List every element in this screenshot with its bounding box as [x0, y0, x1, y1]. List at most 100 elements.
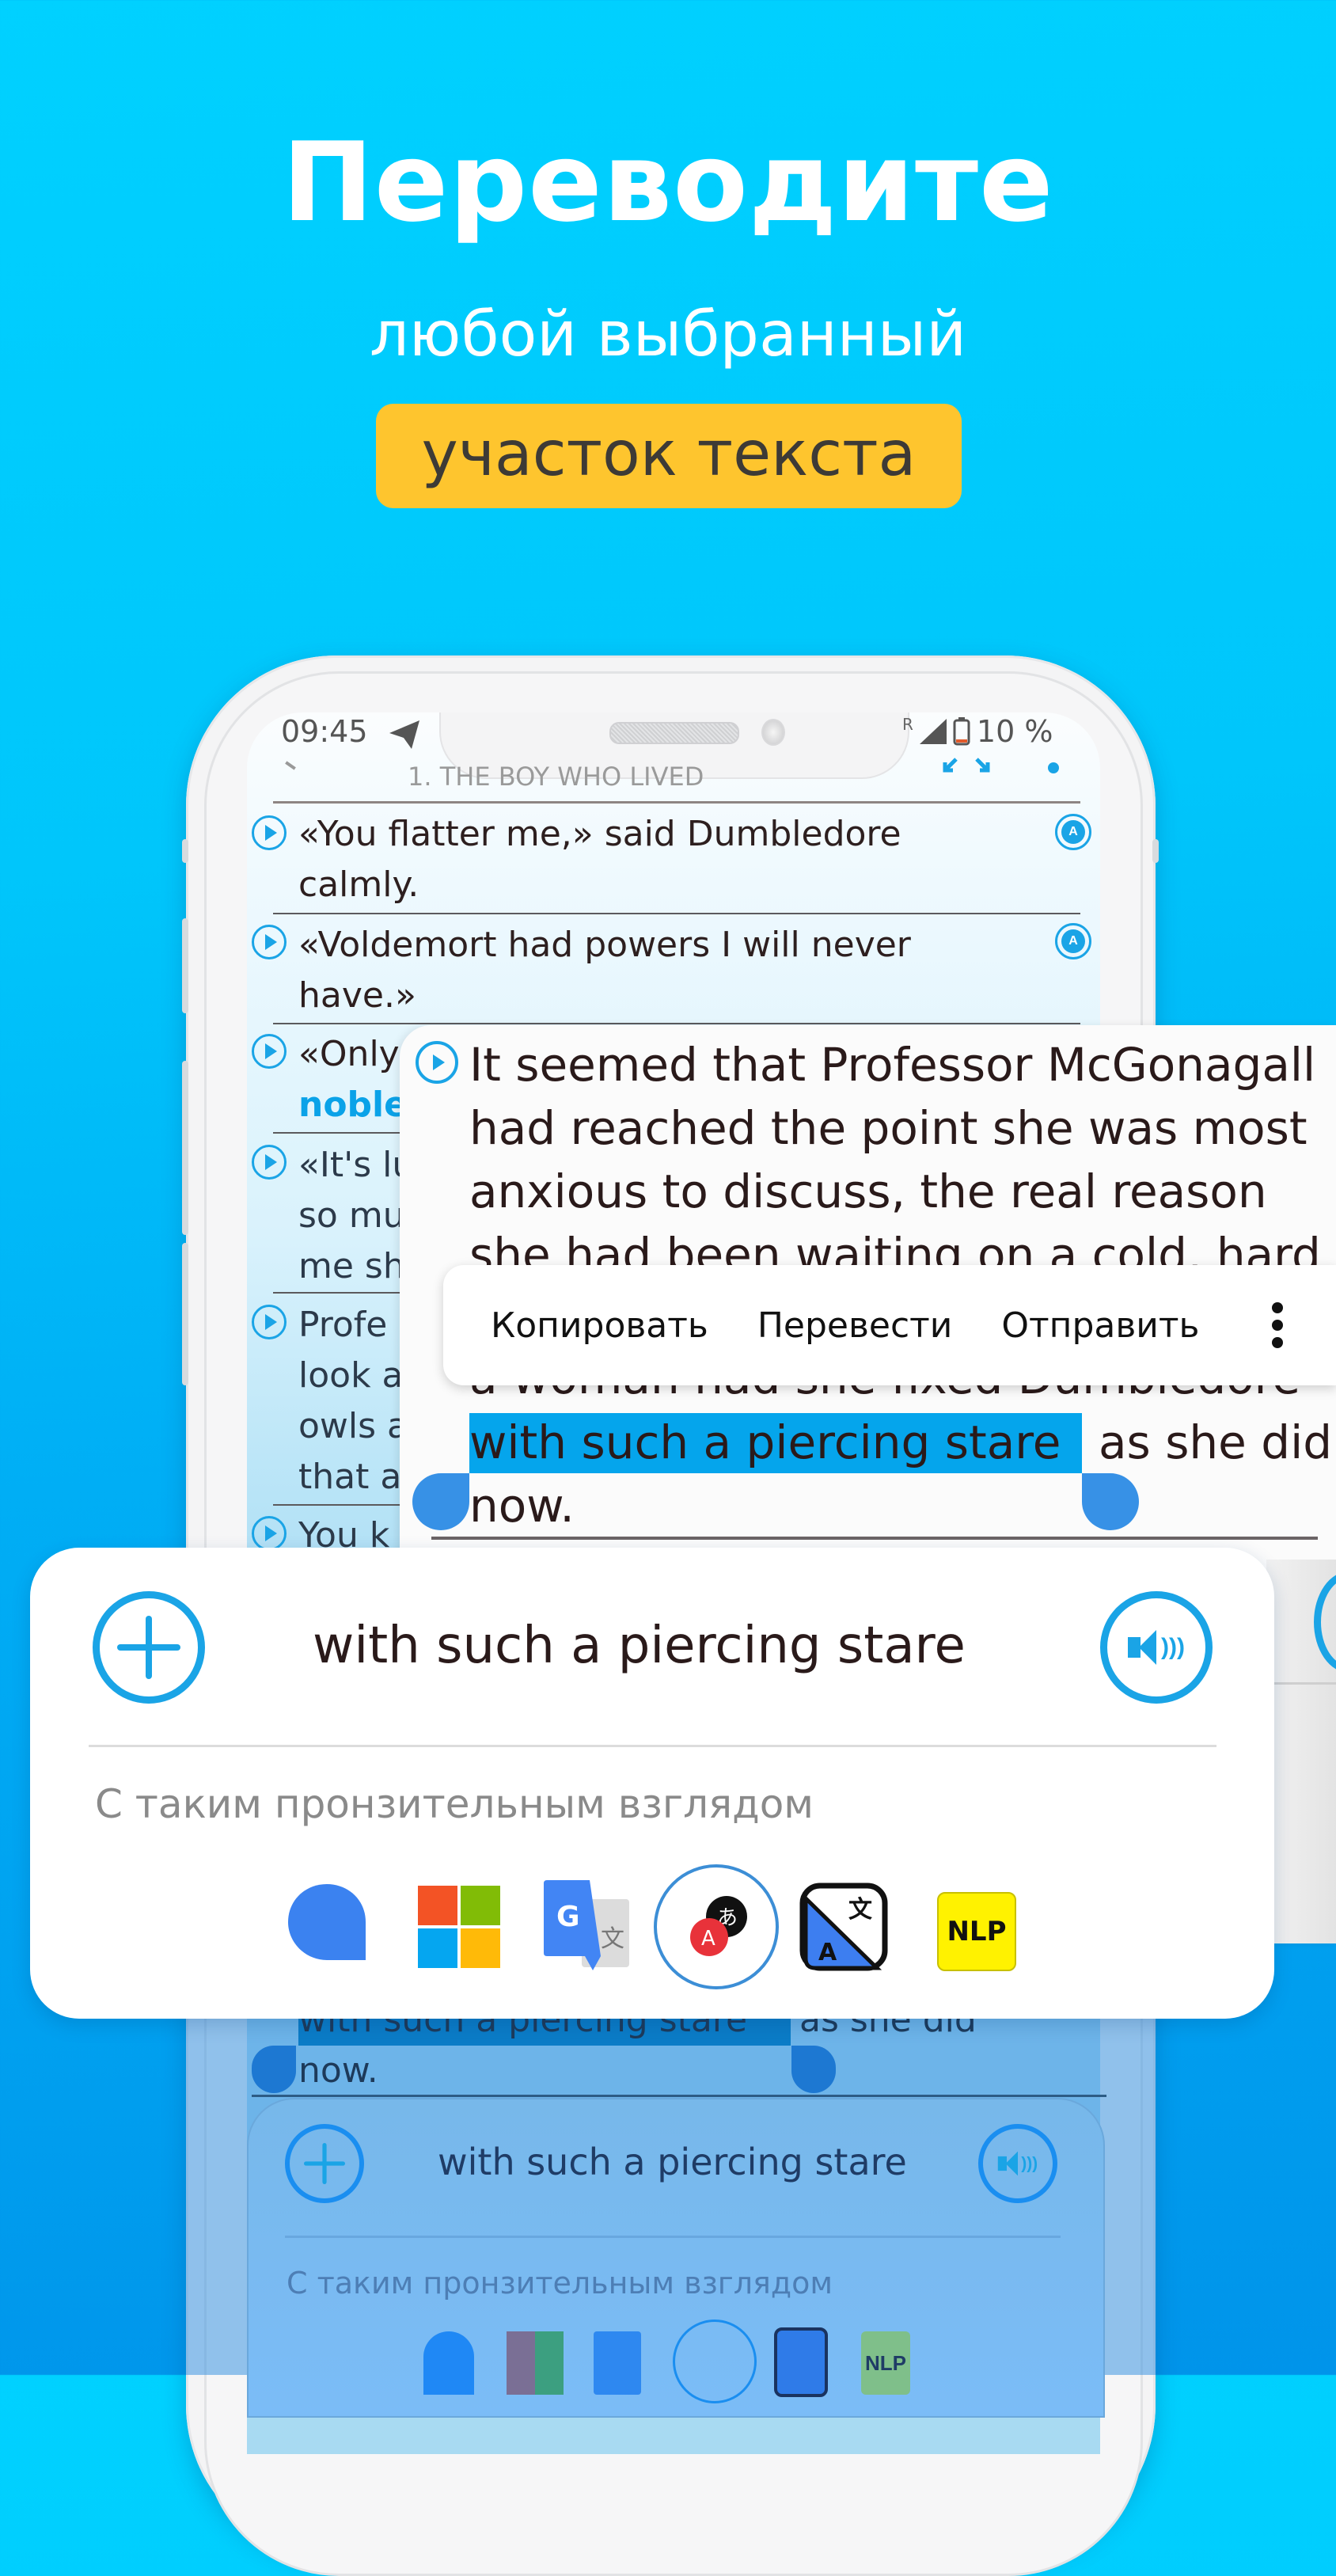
phone-camera: [761, 719, 785, 746]
translation-result: С таким пронзительным взглядом: [95, 1781, 814, 1827]
ghost-handle-start: [252, 2046, 296, 2093]
reverso-icon[interactable]: あ A: [654, 1864, 779, 1989]
selection-handle-end[interactable]: [1082, 1473, 1139, 1530]
phone-power-button: [182, 1243, 188, 1385]
ghost-engine-icon: [594, 2331, 641, 2395]
ghost-engine-icon: [774, 2327, 828, 2397]
svg-text:A: A: [701, 1927, 715, 1951]
play-icon[interactable]: [252, 1034, 287, 1069]
row-line: look a: [298, 1355, 404, 1396]
ghost-engine-icon-selected: [673, 2320, 757, 2403]
ghost-engine-icon: NLP: [861, 2331, 910, 2395]
svg-text:A: A: [818, 1939, 837, 1966]
promo-headline: Переводите: [282, 119, 1054, 246]
row-line: so mu: [298, 1195, 405, 1236]
ghost-phrase: with such a piercing stare: [438, 2141, 907, 2183]
translate-row-button[interactable]: A: [1055, 923, 1091, 959]
deepl-icon[interactable]: A 文: [799, 1883, 888, 1975]
svg-text:文: 文: [601, 1925, 624, 1953]
book-paragraph[interactable]: It seemed that Professor McGonagall had …: [469, 1033, 1321, 1286]
ghost-handle-end: [791, 2046, 836, 2093]
promo-subline: любой выбранный: [369, 299, 967, 370]
plus-circle-icon: [117, 1616, 180, 1679]
ghost-translation: С таким пронзительным взглядом: [287, 2266, 833, 2301]
play-icon[interactable]: [252, 1516, 287, 1551]
row-line: me sh: [298, 1246, 405, 1286]
roaming-label: R: [902, 715, 913, 734]
svg-text:G: G: [556, 1901, 580, 1933]
menu-copy[interactable]: Копировать: [491, 1305, 708, 1346]
ghost-engine-icon: [423, 2331, 474, 2395]
add-to-dictionary-button[interactable]: [93, 1591, 205, 1704]
speak-button[interactable]: ))): [1100, 1591, 1213, 1704]
row-divider: [273, 913, 1080, 914]
phone-volume-down: [182, 1061, 188, 1235]
play-icon[interactable]: [252, 815, 287, 850]
row-line: «Voldemort had powers I will never: [298, 925, 911, 965]
selection-handle-start[interactable]: [412, 1473, 469, 1530]
row-line: have.»: [298, 975, 416, 1016]
book-line: It seemed that Professor McGonagall: [469, 1038, 1316, 1092]
row-line-highlighted: noble: [298, 1085, 408, 1125]
row-line: «Only: [298, 1034, 400, 1074]
row-line: that a: [298, 1457, 402, 1497]
promo-highlight-pill: участок текста: [376, 404, 962, 508]
ghost-card-divider: [285, 2236, 1061, 2238]
play-icon[interactable]: [252, 1305, 287, 1339]
book-line: anxious to discuss, the real reason: [469, 1165, 1267, 1218]
play-icon[interactable]: [252, 1145, 287, 1180]
row-line: «It's lu: [298, 1145, 415, 1185]
text-context-menu: Копировать Перевести Отправить: [443, 1265, 1336, 1385]
reader-row[interactable]: «You flatter me,» said Dumbledore calmly…: [298, 809, 901, 910]
book-line: as she did: [1099, 1415, 1333, 1469]
row-line: owls a: [298, 1406, 409, 1446]
chapter-title: 1. THE BOY WHO LIVED: [408, 762, 704, 792]
book-line: now.: [469, 1479, 575, 1533]
nlp-icon[interactable]: NLP: [937, 1892, 1016, 1971]
speaker-icon: ))): [1128, 1630, 1185, 1665]
status-icons: R 10 %: [902, 714, 1053, 749]
ghost-divider: [252, 2095, 1106, 2097]
reader-row[interactable]: Profe look a owls a that a: [298, 1300, 408, 1503]
translation-phrase: with such a piercing stare: [313, 1617, 966, 1675]
svg-text:文: 文: [848, 1896, 872, 1924]
ghost-engine-icon: [507, 2331, 564, 2395]
indicator-dot-icon: [1048, 762, 1059, 773]
row-line: calmly.: [298, 864, 419, 905]
phone-side-button-right: [1152, 839, 1159, 863]
play-icon[interactable]: [252, 925, 287, 959]
row-divider: [273, 1023, 1080, 1024]
ghost-line: now.: [298, 2050, 378, 2091]
battery-percent: 10 %: [976, 714, 1053, 749]
google-translate-icon[interactable]: G 文: [542, 1880, 634, 1976]
phone-side-button: [182, 839, 188, 863]
phone-volume-up: [182, 918, 188, 1013]
menu-share[interactable]: Отправить: [1001, 1305, 1199, 1346]
yandex-icon[interactable]: [287, 1883, 367, 1962]
translate-row-button[interactable]: A: [1055, 814, 1091, 850]
kebab-vertical-icon[interactable]: [1272, 1302, 1284, 1348]
menu-translate[interactable]: Перевести: [757, 1305, 953, 1346]
reader-row[interactable]: «It's lu so mu me sh: [298, 1140, 414, 1292]
selected-text[interactable]: with such a piercing stare: [469, 1411, 1061, 1474]
header-divider: [273, 801, 1080, 804]
status-time: 09:45: [281, 714, 368, 749]
row-line: «You flatter me,» said Dumbledore: [298, 814, 901, 854]
reader-row[interactable]: «Only noble: [298, 1029, 408, 1130]
microsoft-icon[interactable]: [418, 1886, 500, 1972]
expand-icon[interactable]: [942, 756, 993, 784]
card-divider: [89, 1745, 1216, 1747]
row-line: Profe: [298, 1305, 388, 1345]
popup-divider-right: [1274, 1682, 1336, 1685]
translate-icon: A: [1061, 929, 1085, 953]
play-icon[interactable]: [416, 1041, 458, 1084]
book-line: had reached the point she was most: [469, 1101, 1308, 1155]
telegram-icon: [388, 719, 423, 754]
phone-earpiece: [609, 722, 739, 744]
signal-icon: [919, 719, 947, 744]
translate-icon: A: [1061, 820, 1085, 844]
ghost-speak-button: ))): [978, 2124, 1057, 2203]
popup-divider: [431, 1537, 1318, 1540]
ghost-add-button: [285, 2124, 364, 2203]
reader-row[interactable]: «Voldemort had powers I will never have.…: [298, 920, 911, 1021]
